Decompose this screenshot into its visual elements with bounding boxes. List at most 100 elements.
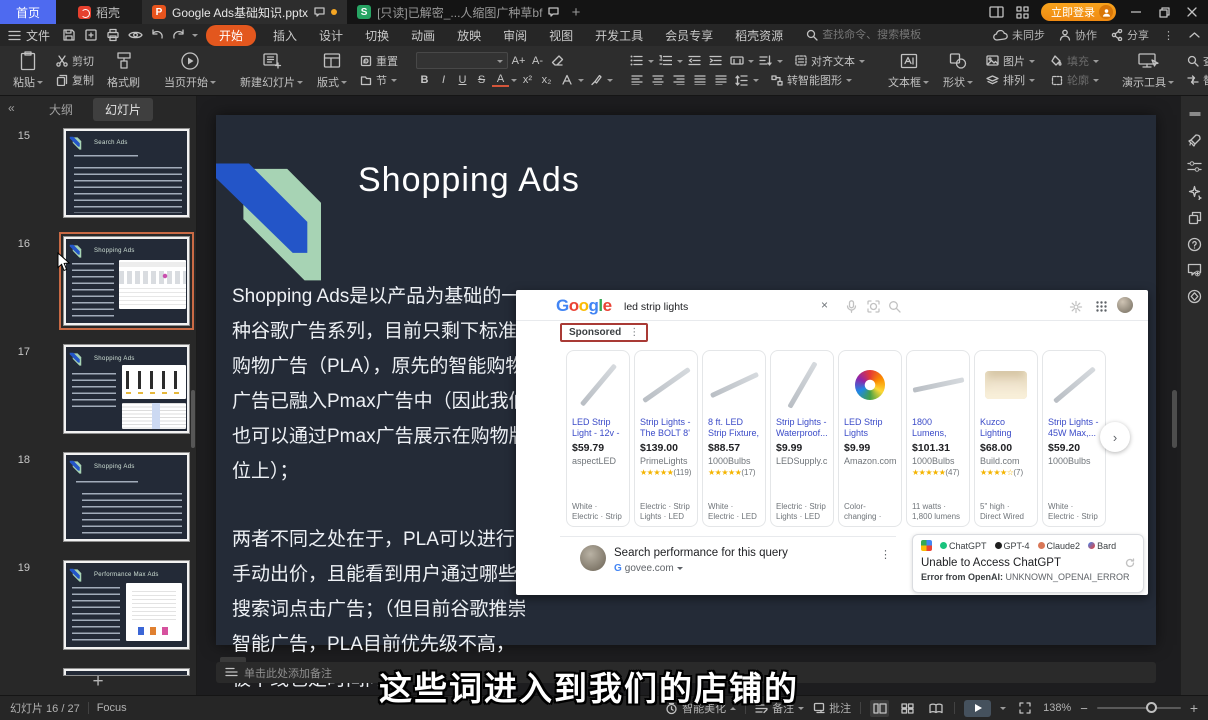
align-right-button[interactable]: [669, 72, 688, 89]
carousel-next-button[interactable]: ›: [1100, 422, 1130, 452]
layout-button[interactable]: 版式: [310, 49, 354, 92]
tab-slides[interactable]: 幻灯片: [93, 98, 153, 121]
play-from-current-button[interactable]: 当页开始: [157, 49, 223, 92]
italic-button[interactable]: I: [435, 74, 452, 86]
textbox-button[interactable]: 文本框: [881, 49, 936, 92]
arrange-button[interactable]: 排列: [982, 71, 1039, 89]
increase-indent-button[interactable]: [706, 52, 725, 69]
product-card-1[interactable]: LED Strip Light - 12v - Flexib... $59.79…: [566, 350, 630, 527]
refresh-icon[interactable]: [1125, 558, 1135, 568]
zoom-in-button[interactable]: +: [1190, 700, 1198, 716]
text-effects-button[interactable]: [557, 72, 576, 89]
picture-button[interactable]: 图片: [982, 52, 1039, 70]
bold-button[interactable]: B: [416, 74, 433, 86]
slide-thumbnail-16-selected[interactable]: Shopping Ads: [63, 236, 190, 326]
new-slide-button[interactable]: 新建幻灯片: [233, 49, 310, 92]
font-name-select[interactable]: [416, 52, 508, 69]
reading-view-button[interactable]: [926, 700, 945, 717]
export-button[interactable]: [82, 26, 100, 44]
font-increase-button[interactable]: A+: [510, 55, 527, 67]
slide-thumbnail-15[interactable]: Search Ads: [63, 128, 190, 218]
paste-button[interactable]: 粘贴: [6, 49, 50, 92]
strip-handle[interactable]: [1181, 101, 1208, 127]
save-button[interactable]: [60, 26, 78, 44]
sort-text-button[interactable]: [756, 52, 775, 69]
zoom-out-button[interactable]: −: [1080, 701, 1088, 716]
zoom-slider[interactable]: [1097, 707, 1181, 709]
justify-button[interactable]: [690, 72, 709, 89]
slide-16[interactable]: Shopping Ads Shopping Ads是以产品为基础的一种谷歌广告系…: [216, 115, 1156, 645]
numbered-list-button[interactable]: [656, 52, 675, 69]
split-view-icon[interactable]: [989, 6, 1004, 18]
menu-tab-slideshow[interactable]: 放映: [448, 25, 490, 46]
product-card-5[interactable]: LED Strip Lights 32.8ft,... $9.99 Amazon…: [838, 350, 902, 527]
undo-button[interactable]: [148, 26, 166, 44]
copy-button[interactable]: 复制: [52, 71, 98, 89]
section-button[interactable]: 节: [356, 71, 402, 89]
add-slide-button[interactable]: +: [92, 672, 103, 691]
close-button[interactable]: [1184, 4, 1200, 20]
shapes-button[interactable]: 形状: [936, 49, 980, 92]
font-decrease-button[interactable]: A-: [529, 55, 546, 67]
collaborate-button[interactable]: 协作: [1059, 27, 1097, 43]
tab-outline[interactable]: 大纲: [43, 98, 79, 121]
file-menu[interactable]: 文件: [8, 27, 50, 44]
superscript-button[interactable]: x²: [519, 74, 536, 86]
font-color-button[interactable]: A: [492, 73, 509, 87]
feedback-icon[interactable]: [1181, 257, 1208, 283]
underline-button[interactable]: U: [454, 74, 471, 86]
menu-tab-docer-resources[interactable]: 稻壳资源: [726, 25, 792, 46]
collapse-panel-icon[interactable]: «: [8, 101, 15, 115]
menu-tab-review[interactable]: 审阅: [494, 25, 536, 46]
convert-to-smartart-button[interactable]: 转智能图形: [767, 71, 856, 89]
replace-button[interactable]: 替换: [1183, 71, 1208, 89]
normal-view-button[interactable]: [870, 700, 889, 717]
result-menu-icon[interactable]: ⋮: [880, 548, 891, 561]
command-search-input[interactable]: [822, 29, 952, 41]
duplicate-layers-icon[interactable]: [1181, 205, 1208, 231]
preview-button[interactable]: [126, 26, 144, 44]
apps-grid-icon[interactable]: [1016, 6, 1029, 19]
format-painter-button[interactable]: 格式刷: [100, 49, 147, 92]
tab-gpt4[interactable]: GPT-4: [995, 541, 1030, 551]
align-text-button[interactable]: 对齐文本: [791, 52, 869, 70]
play-options-icon[interactable]: [1000, 707, 1006, 713]
print-button[interactable]: [104, 26, 122, 44]
slide-thumbnail-17[interactable]: Shopping Ads: [63, 344, 190, 434]
notes-grip[interactable]: [220, 657, 246, 662]
document-tab-inactive[interactable]: S [只读]已解密_...人缩图广种草bf: [347, 0, 562, 24]
share-button[interactable]: 分享: [1111, 27, 1149, 43]
slide-thumbnail-20-partial[interactable]: [63, 668, 190, 676]
tab-claude2[interactable]: Claude2: [1038, 541, 1081, 551]
beautify-wand-icon[interactable]: [1181, 179, 1208, 205]
home-tab[interactable]: 首页: [0, 0, 56, 24]
font-color-dropdown-icon[interactable]: [511, 79, 517, 85]
bullet-list-button[interactable]: [627, 52, 646, 69]
find-button[interactable]: 查找: [1183, 52, 1208, 70]
more-menu-icon[interactable]: ⋮: [1163, 29, 1175, 42]
menu-tab-transition[interactable]: 切换: [356, 25, 398, 46]
ai-sidebar-panel[interactable]: ChatGPT GPT-4 Claude2 Bard Unable to Acc…: [912, 534, 1144, 593]
presentation-tools-button[interactable]: 演示工具: [1115, 49, 1181, 92]
slide-body-text[interactable]: Shopping Ads是以产品为基础的一种谷歌广告系列，目前只剩下标准购物广告…: [232, 279, 528, 695]
publisher-domain[interactable]: Ggovee.com: [614, 563, 683, 574]
align-center-button[interactable]: [648, 72, 667, 89]
canvas-scrollbar[interactable]: [1172, 390, 1177, 448]
slide-thumbnail-18[interactable]: Shopping Ads: [63, 452, 190, 542]
minimize-button[interactable]: [1128, 4, 1144, 20]
sync-status[interactable]: 未同步: [993, 27, 1045, 43]
phonetic-guide-button[interactable]: [727, 52, 746, 69]
tab-chatgpt[interactable]: ChatGPT: [940, 541, 987, 551]
redo-dropdown-icon[interactable]: [192, 34, 198, 40]
menu-tab-animation[interactable]: 动画: [402, 25, 444, 46]
sidebar-scrollbar[interactable]: [191, 390, 195, 448]
focus-mode-button[interactable]: Focus: [97, 702, 127, 714]
collapse-ribbon-icon[interactable]: [1189, 32, 1200, 38]
product-card-4[interactable]: Strip Lights - Waterproof... $9.99 LEDSu…: [770, 350, 834, 527]
menu-tab-view[interactable]: 视图: [540, 25, 582, 46]
cut-button[interactable]: 剪切: [52, 52, 98, 70]
google-shopping-screenshot[interactable]: Google led strip lights × Sponsored⋮ LED…: [516, 290, 1148, 595]
highlight-button[interactable]: [586, 72, 605, 89]
redo-button[interactable]: [170, 26, 188, 44]
menu-tab-devtools[interactable]: 开发工具: [586, 25, 652, 46]
